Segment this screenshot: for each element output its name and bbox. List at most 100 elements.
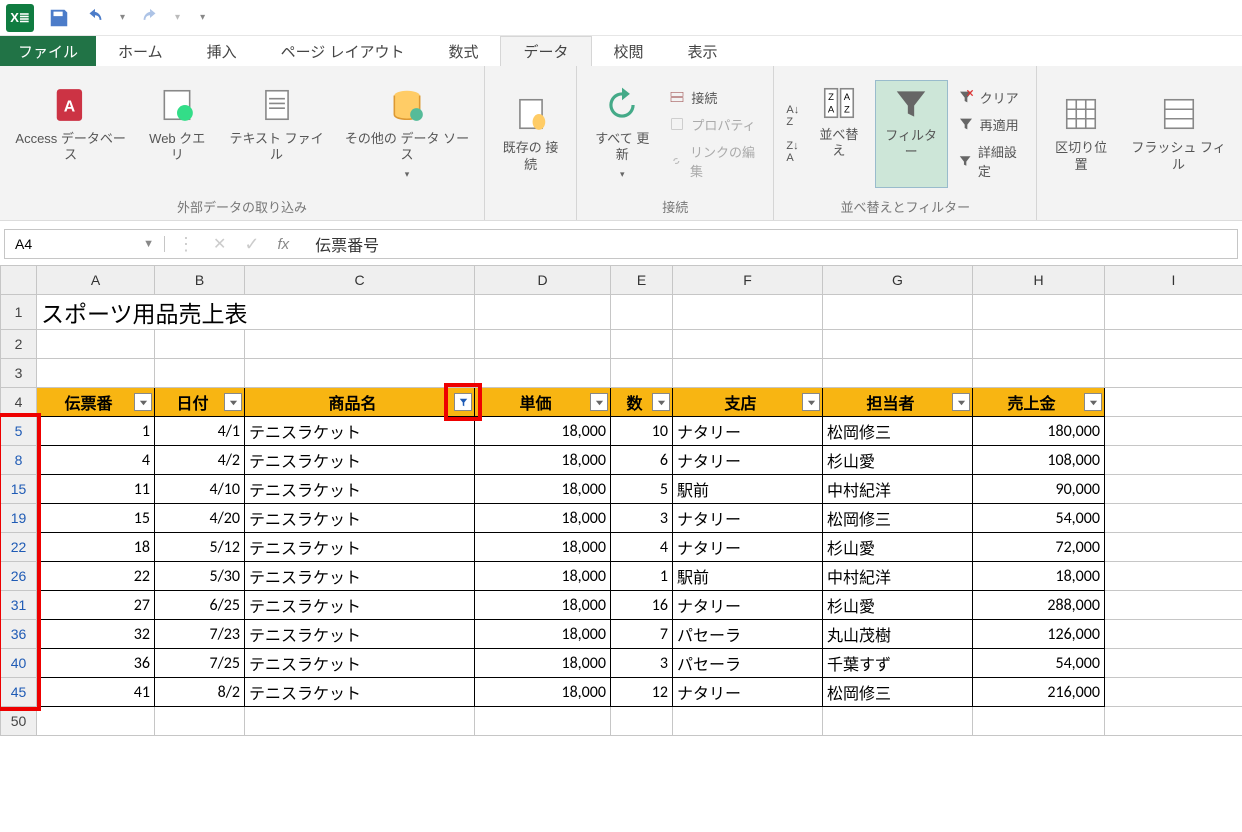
- btn-text-file[interactable]: テキスト ファイル: [221, 80, 332, 188]
- cell-F[interactable]: 駅前: [673, 562, 823, 591]
- tab-data[interactable]: データ: [500, 36, 591, 66]
- cell-H[interactable]: 216,000: [973, 678, 1105, 707]
- btn-flash-fill[interactable]: フラッシュ フィル: [1123, 89, 1234, 197]
- cell-A[interactable]: 1: [37, 417, 155, 446]
- row-header-1[interactable]: 1: [1, 295, 37, 330]
- cell-A[interactable]: 41: [37, 678, 155, 707]
- formula-input[interactable]: 伝票番号: [301, 232, 393, 256]
- cell-G[interactable]: 丸山茂樹: [823, 620, 973, 649]
- btn-clear-filter[interactable]: クリア: [954, 85, 1029, 110]
- row-header-19[interactable]: 19: [1, 504, 37, 533]
- filter-drop-H[interactable]: [1084, 393, 1102, 411]
- col-header-G[interactable]: G: [823, 266, 973, 295]
- cell-H[interactable]: 126,000: [973, 620, 1105, 649]
- col-header-E[interactable]: E: [611, 266, 673, 295]
- tab-layout[interactable]: ページ レイアウト: [259, 36, 427, 66]
- col-header-I[interactable]: I: [1105, 266, 1242, 295]
- cell-H[interactable]: 54,000: [973, 649, 1105, 678]
- cell-B[interactable]: 6/25: [155, 591, 245, 620]
- btn-text-to-columns[interactable]: 区切り位置: [1045, 89, 1117, 197]
- btn-sort-desc[interactable]: Z↓A: [782, 138, 803, 166]
- cell-I[interactable]: [1105, 649, 1242, 678]
- cell-G[interactable]: 中村紀洋: [823, 562, 973, 591]
- cell-E[interactable]: 16: [611, 591, 673, 620]
- cell-E[interactable]: 7: [611, 620, 673, 649]
- cell-D[interactable]: 18,000: [475, 533, 611, 562]
- btn-refresh-all[interactable]: すべて 更新▾: [585, 80, 659, 188]
- cell-E[interactable]: 3: [611, 504, 673, 533]
- btn-other-sources[interactable]: その他の データ ソース▾: [338, 80, 476, 188]
- cell-F[interactable]: ナタリー: [673, 533, 823, 562]
- cell-I[interactable]: [1105, 417, 1242, 446]
- cell-F[interactable]: パセーラ: [673, 649, 823, 678]
- cell-E[interactable]: 3: [611, 649, 673, 678]
- redo-icon[interactable]: [139, 7, 161, 29]
- cell-B[interactable]: 4/10: [155, 475, 245, 504]
- filter-drop-F[interactable]: [802, 393, 820, 411]
- cell-B[interactable]: 4/1: [155, 417, 245, 446]
- row-header-31[interactable]: 31: [1, 591, 37, 620]
- cell-A[interactable]: 4: [37, 446, 155, 475]
- cell-F[interactable]: パセーラ: [673, 620, 823, 649]
- row-header-40[interactable]: 40: [1, 649, 37, 678]
- cell-D[interactable]: 18,000: [475, 649, 611, 678]
- col-header-C[interactable]: C: [245, 266, 475, 295]
- cell-G[interactable]: 杉山愛: [823, 446, 973, 475]
- cell-A[interactable]: 18: [37, 533, 155, 562]
- cell-C[interactable]: テニスラケット: [245, 678, 475, 707]
- btn-connections[interactable]: 接続: [665, 85, 765, 110]
- cell-B4-header[interactable]: 日付: [155, 388, 245, 417]
- cell-B[interactable]: 5/12: [155, 533, 245, 562]
- tab-review[interactable]: 校閲: [592, 36, 666, 66]
- tab-formulas[interactable]: 数式: [426, 36, 500, 66]
- cell-D[interactable]: 18,000: [475, 504, 611, 533]
- cell-G[interactable]: 杉山愛: [823, 591, 973, 620]
- filter-drop-C-active[interactable]: [454, 393, 472, 411]
- cell-I[interactable]: [1105, 678, 1242, 707]
- filter-drop-B[interactable]: [224, 393, 242, 411]
- cell-D[interactable]: 18,000: [475, 562, 611, 591]
- name-box[interactable]: A4 ▼: [5, 236, 165, 252]
- filter-drop-E[interactable]: [652, 393, 670, 411]
- row-header-36[interactable]: 36: [1, 620, 37, 649]
- cell-E[interactable]: 5: [611, 475, 673, 504]
- cell-B[interactable]: 7/23: [155, 620, 245, 649]
- cell-G[interactable]: 松岡修三: [823, 678, 973, 707]
- cell-I[interactable]: [1105, 533, 1242, 562]
- cell-F[interactable]: ナタリー: [673, 678, 823, 707]
- cell-B[interactable]: 4/20: [155, 504, 245, 533]
- row-header-45[interactable]: 45: [1, 678, 37, 707]
- cell-C4-header[interactable]: 商品名: [245, 388, 475, 417]
- col-header-B[interactable]: B: [155, 266, 245, 295]
- cell-E[interactable]: 6: [611, 446, 673, 475]
- cell-E4-header[interactable]: 数: [611, 388, 673, 417]
- cell-D[interactable]: 18,000: [475, 620, 611, 649]
- cell-F4-header[interactable]: 支店: [673, 388, 823, 417]
- undo-icon[interactable]: [84, 7, 106, 29]
- undo-dropdown[interactable]: ▾: [120, 12, 125, 23]
- cell-E[interactable]: 4: [611, 533, 673, 562]
- cell-A[interactable]: 22: [37, 562, 155, 591]
- title-cell[interactable]: スポーツ用品売上表: [37, 295, 475, 330]
- name-box-dropdown[interactable]: ▼: [143, 238, 154, 250]
- cell-A[interactable]: 15: [37, 504, 155, 533]
- cell-C[interactable]: テニスラケット: [245, 417, 475, 446]
- cell-B[interactable]: 4/2: [155, 446, 245, 475]
- row-header-4[interactable]: 4: [1, 388, 37, 417]
- cell-H[interactable]: 90,000: [973, 475, 1105, 504]
- cell-D[interactable]: 18,000: [475, 678, 611, 707]
- btn-web-query[interactable]: Web クエリ: [139, 80, 215, 188]
- cell-H[interactable]: 18,000: [973, 562, 1105, 591]
- filter-drop-A[interactable]: [134, 393, 152, 411]
- cell-H[interactable]: 288,000: [973, 591, 1105, 620]
- cell-A[interactable]: 27: [37, 591, 155, 620]
- cell-D[interactable]: 18,000: [475, 446, 611, 475]
- cell-E[interactable]: 1: [611, 562, 673, 591]
- cell-B[interactable]: 7/25: [155, 649, 245, 678]
- cell-I[interactable]: [1105, 475, 1242, 504]
- btn-access-db[interactable]: AAccess データベース: [8, 80, 133, 188]
- cell-G[interactable]: 松岡修三: [823, 417, 973, 446]
- cell-C[interactable]: テニスラケット: [245, 475, 475, 504]
- cell-A[interactable]: 36: [37, 649, 155, 678]
- qat-customize[interactable]: ▾: [200, 12, 205, 23]
